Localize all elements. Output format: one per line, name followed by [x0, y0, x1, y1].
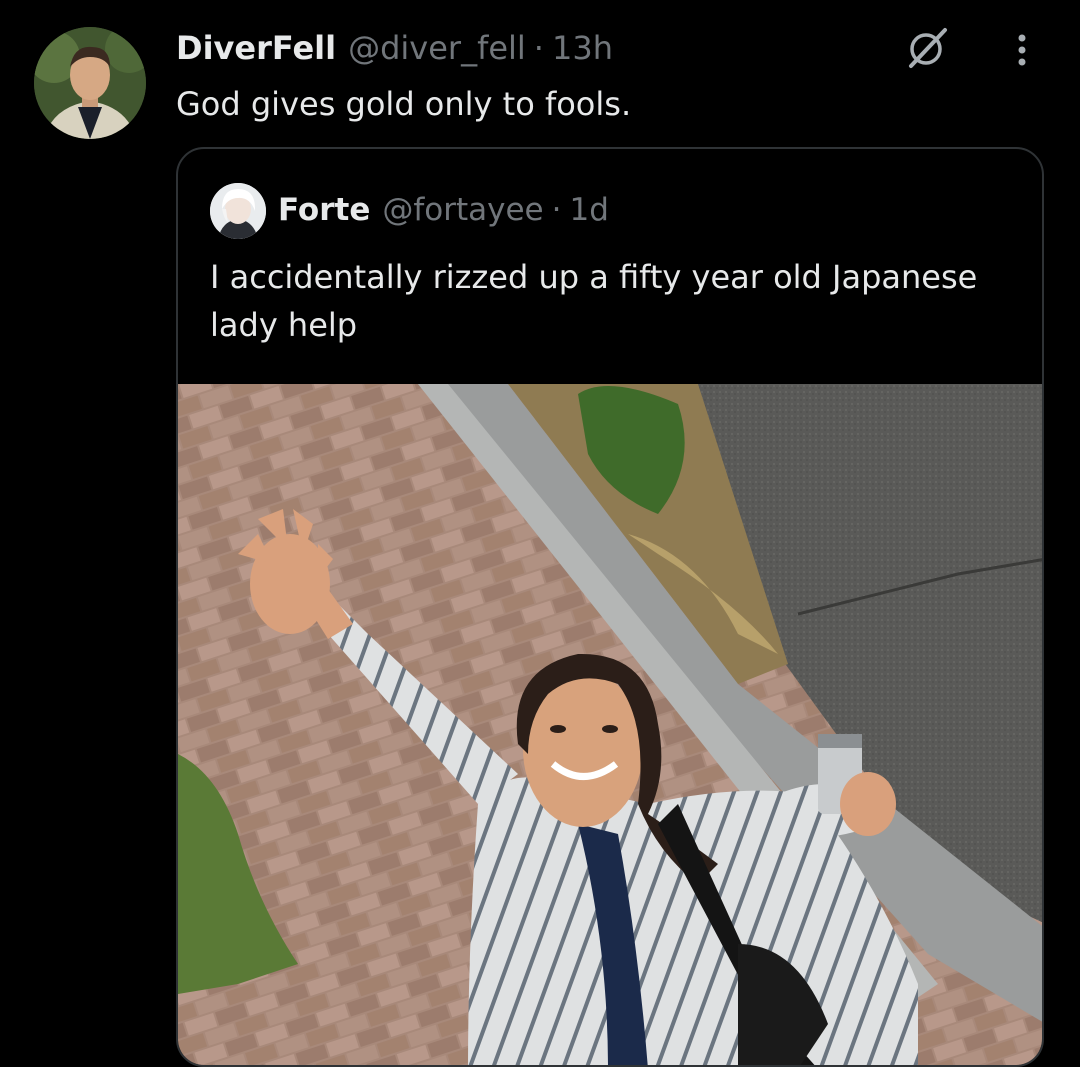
- photo-woman-waving: [178, 384, 1042, 1065]
- author-avatar-image: [34, 27, 146, 139]
- separator-dot: ·: [533, 29, 544, 67]
- quoted-post-card[interactable]: Forte @fortayee · 1d I accidentally rizz…: [176, 147, 1044, 1067]
- separator-dot: ·: [551, 192, 562, 228]
- quoted-post-timestamp[interactable]: 1d: [570, 192, 609, 228]
- author-handle[interactable]: @diver_fell: [348, 26, 526, 70]
- quoted-author-avatar[interactable]: [210, 183, 266, 239]
- quoted-author-display-name[interactable]: Forte: [278, 192, 370, 228]
- quoted-author-handle[interactable]: @fortayee: [382, 192, 543, 228]
- grok-icon[interactable]: [903, 22, 953, 72]
- post-timestamp[interactable]: 13h: [552, 26, 613, 70]
- post-text: God gives gold only to fools.: [176, 85, 632, 123]
- quoted-post-text: I accidentally rizzed up a fifty year ol…: [210, 258, 978, 344]
- quoted-post-photo[interactable]: [178, 384, 1042, 1065]
- quoted-post-header: Forte @fortayee · 1d: [278, 187, 609, 233]
- post-header: DiverFell @diver_fell · 13h: [176, 26, 613, 70]
- more-dots-icon[interactable]: [1004, 26, 1040, 74]
- quoted-author-avatar-image: [210, 183, 266, 239]
- author-display-name[interactable]: DiverFell: [176, 26, 336, 70]
- author-avatar[interactable]: [34, 27, 146, 139]
